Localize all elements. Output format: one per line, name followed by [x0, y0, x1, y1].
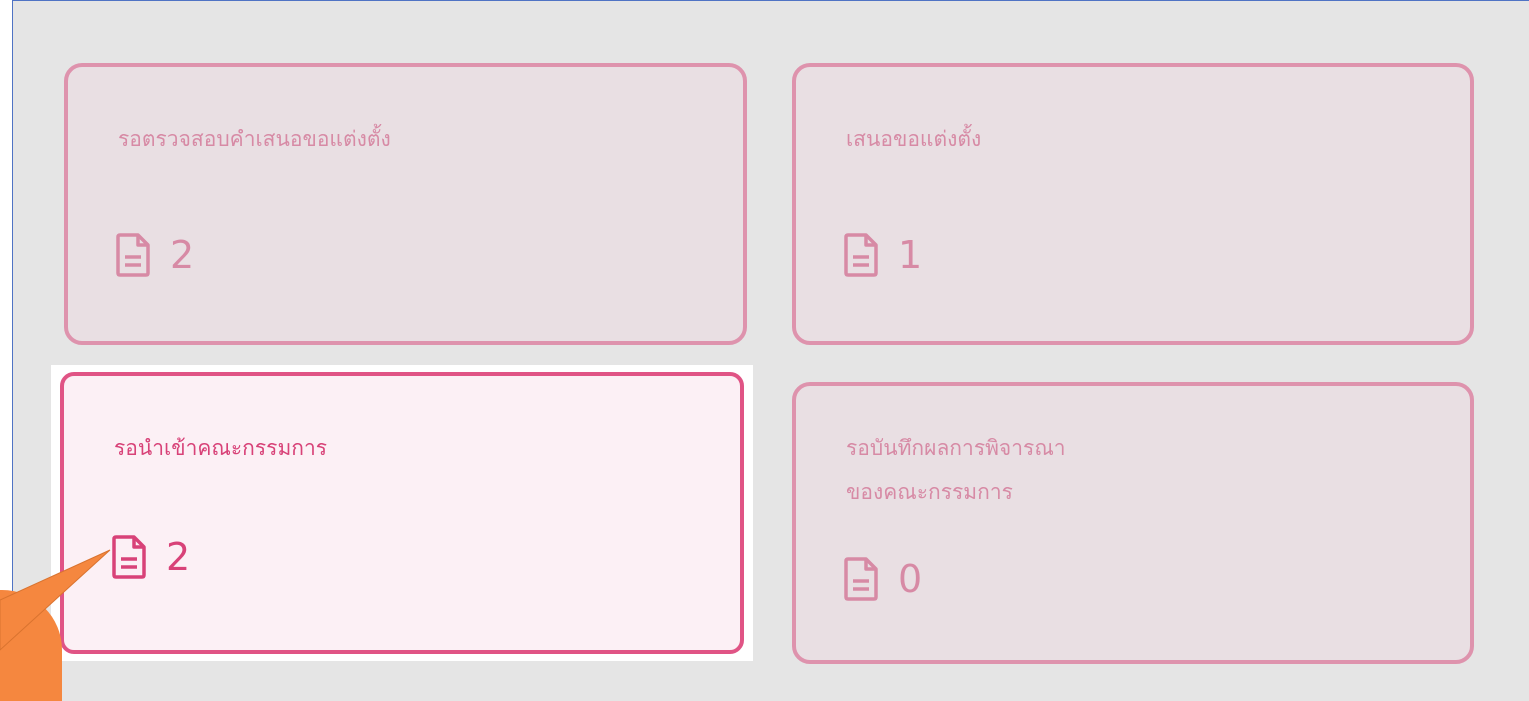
- document-icon: [844, 233, 878, 277]
- card-title: รอตรวจสอบคำเสนอขอแต่งตั้ง: [118, 127, 391, 151]
- card-count: 2: [170, 233, 195, 277]
- status-card-proposed[interactable]: เสนอขอแต่งตั้ง 1: [792, 63, 1474, 345]
- card-title: รอบันทึกผลการพิจารณา ของคณะกรรมการ: [846, 436, 1066, 504]
- card-title: เสนอขอแต่งตั้ง: [846, 127, 982, 151]
- document-icon: [844, 557, 878, 601]
- document-icon: [116, 233, 150, 277]
- status-card-pending-result[interactable]: รอบันทึกผลการพิจารณา ของคณะกรรมการ 0: [792, 382, 1474, 664]
- document-icon: [112, 535, 146, 579]
- count-row: 2: [114, 232, 194, 278]
- status-card-pending-review[interactable]: รอตรวจสอบคำเสนอขอแต่งตั้ง 2: [64, 63, 747, 345]
- count-row: 1: [842, 232, 922, 278]
- card-count: 1: [898, 233, 923, 277]
- status-card-pending-committee[interactable]: รอนำเข้าคณะกรรมการ 2: [60, 372, 744, 654]
- count-row: 0: [842, 556, 922, 602]
- card-count: 0: [898, 557, 923, 601]
- count-row: 2: [110, 534, 190, 580]
- card-title: รอนำเข้าคณะกรรมการ: [114, 436, 328, 460]
- card-count: 2: [166, 535, 191, 579]
